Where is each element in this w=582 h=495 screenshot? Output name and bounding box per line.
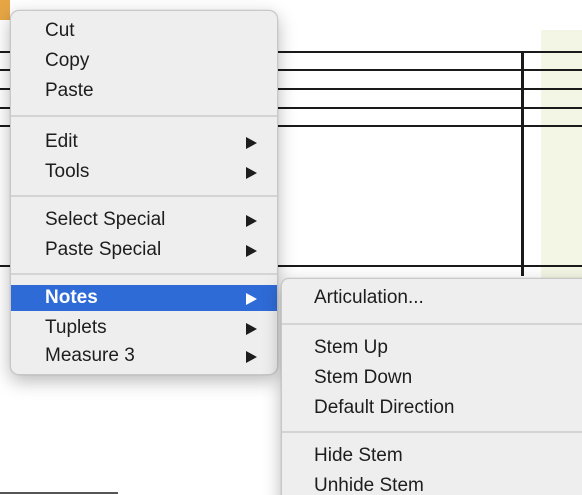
menu-item-measure-3[interactable]: Measure 3 — [11, 343, 277, 369]
score-editor: Cut Copy Paste Edit Tools Select Special… — [0, 0, 582, 495]
submenu-item-stem-down[interactable]: Stem Down — [282, 365, 582, 391]
menu-item-label: Notes — [45, 287, 98, 308]
submenu-arrow-icon — [246, 293, 257, 305]
menu-separator — [11, 115, 277, 117]
menu-item-tools[interactable]: Tools — [11, 159, 277, 185]
menu-item-label: Select Special — [45, 209, 166, 230]
submenu-arrow-icon — [246, 167, 257, 179]
menu-item-edit[interactable]: Edit — [11, 129, 277, 155]
submenu-item-label: Articulation... — [314, 287, 424, 308]
menu-item-select-special[interactable]: Select Special — [11, 207, 277, 233]
context-menu: Cut Copy Paste Edit Tools Select Special… — [10, 10, 278, 375]
menu-separator — [282, 431, 582, 433]
submenu-item-label: Unhide Stem — [314, 475, 424, 495]
menu-item-cut[interactable]: Cut — [11, 18, 277, 44]
menu-item-tuplets[interactable]: Tuplets — [11, 315, 277, 341]
menu-item-notes[interactable]: Notes — [11, 285, 277, 311]
menu-item-label: Paste Special — [45, 239, 162, 260]
submenu-item-label: Stem Down — [314, 367, 413, 388]
menu-item-paste[interactable]: Paste — [11, 78, 277, 104]
submenu-arrow-icon — [246, 215, 257, 227]
menu-item-copy[interactable]: Copy — [11, 48, 277, 74]
menu-item-label: Tuplets — [45, 317, 107, 338]
submenu-item-articulation[interactable]: Articulation... — [282, 285, 582, 311]
page-bottom-rule — [0, 492, 118, 494]
submenu-item-unhide-stem[interactable]: Unhide Stem — [282, 473, 582, 495]
menu-item-label: Cut — [45, 20, 75, 41]
notes-submenu: Articulation... Stem Up Stem Down Defaul… — [281, 278, 582, 495]
submenu-item-hide-stem[interactable]: Hide Stem — [282, 443, 582, 469]
submenu-item-label: Default Direction — [314, 397, 455, 418]
menu-item-paste-special[interactable]: Paste Special — [11, 237, 277, 263]
menu-separator — [11, 273, 277, 275]
submenu-arrow-icon — [246, 323, 257, 335]
menu-item-label: Paste — [45, 80, 94, 101]
submenu-arrow-icon — [246, 245, 257, 257]
page-corner-marker — [0, 0, 10, 20]
menu-separator — [11, 195, 277, 197]
submenu-item-default-direction[interactable]: Default Direction — [282, 395, 582, 421]
menu-separator — [282, 323, 582, 325]
submenu-item-label: Stem Up — [314, 337, 388, 358]
menu-item-label: Edit — [45, 131, 78, 152]
barline — [521, 51, 524, 276]
menu-item-label: Measure 3 — [45, 345, 135, 366]
submenu-arrow-icon — [246, 137, 257, 149]
submenu-arrow-icon — [246, 351, 257, 363]
submenu-item-stem-up[interactable]: Stem Up — [282, 335, 582, 361]
menu-item-label: Copy — [45, 50, 90, 71]
submenu-item-label: Hide Stem — [314, 445, 403, 466]
menu-item-label: Tools — [45, 161, 90, 182]
